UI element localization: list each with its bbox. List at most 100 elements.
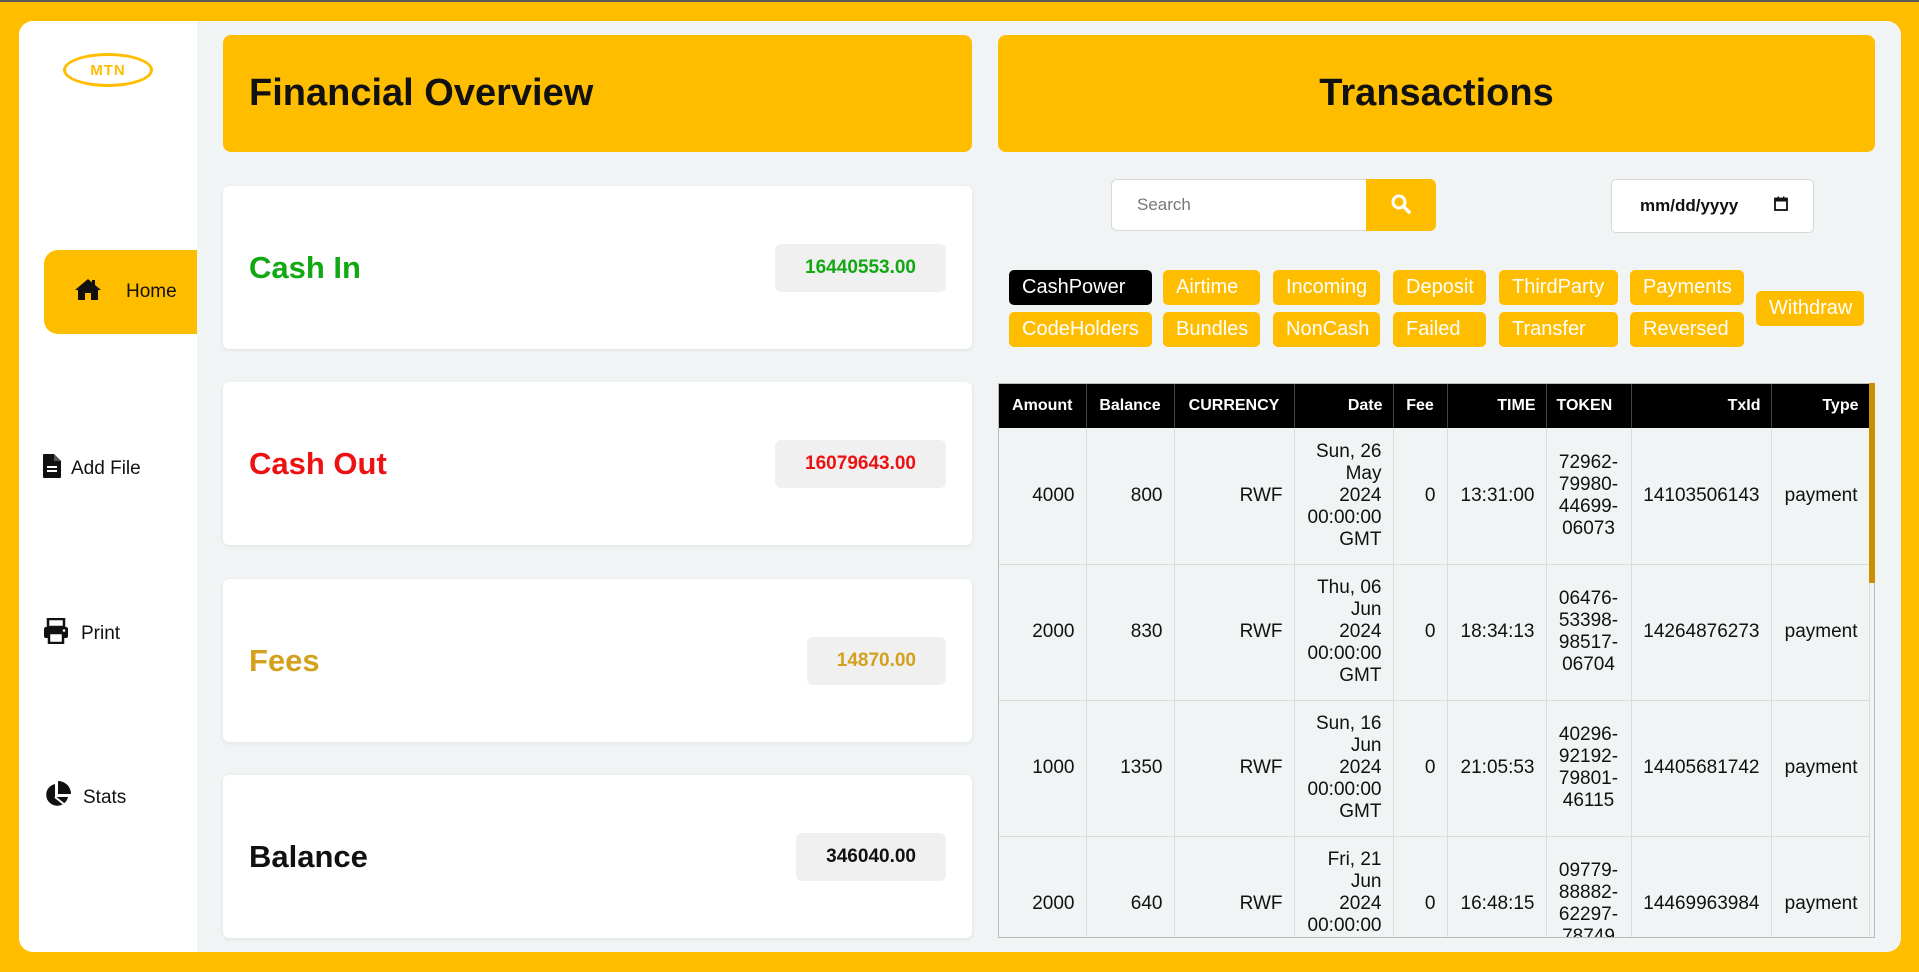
column-header-fee[interactable]: Fee (1393, 384, 1448, 428)
cell-fee: 0 (1393, 428, 1448, 565)
cell-date-line: 2024 (1339, 893, 1382, 914)
cell-date-line: Sun, 16 (1316, 713, 1382, 734)
cell-amount: 2000 (999, 836, 1087, 937)
filter-deposit[interactable]: Deposit (1393, 270, 1486, 305)
cell-date-line: GMT (1339, 528, 1382, 550)
sidebar: MTN Home Add File Print Stats (19, 21, 197, 952)
cell-fee: 0 (1393, 564, 1448, 701)
filter-noncash[interactable]: NonCash (1273, 312, 1380, 347)
sidebar-item-add-file[interactable]: Add File (43, 454, 141, 484)
cell-txid: 14103506143 (1631, 428, 1772, 565)
filter-reversed[interactable]: Reversed (1630, 312, 1744, 347)
cell-balance: 800 (1086, 428, 1175, 565)
cell-date-line: GMT (1339, 665, 1382, 686)
filter-thirdparty[interactable]: ThirdParty (1499, 270, 1618, 305)
cell-time: 16:48:15 (1447, 836, 1547, 937)
cell-date-line: 2024 (1339, 484, 1382, 506)
cell-fee: 0 (1393, 836, 1448, 937)
column-header-date[interactable]: Date (1294, 384, 1394, 428)
table-scrollbar-thumb[interactable] (1869, 383, 1875, 583)
cell-txid: 14264876273 (1631, 564, 1772, 701)
file-icon (43, 454, 71, 484)
cell-token-line: 53398- (1558, 610, 1619, 631)
card-label: Cash In (249, 249, 361, 285)
sidebar-item-label: Home (126, 281, 177, 302)
app-container: MTN Home Add File Print Stats Financial … (19, 21, 1901, 952)
cell-date-line: 00:00:00 (1307, 915, 1382, 936)
cell-date-line: 00:00:00 (1307, 506, 1382, 528)
cell-token-line: 92192- (1558, 746, 1619, 767)
card-label: Fees (249, 642, 320, 678)
cell-token-line: 72962- (1558, 451, 1619, 473)
cell-date-line: May (1345, 462, 1382, 484)
cell-amount: 4000 (999, 428, 1087, 565)
cell-date-line: Jun (1350, 599, 1382, 620)
column-header-token[interactable]: TOKEN (1546, 384, 1632, 428)
card-value: 14870.00 (806, 636, 946, 685)
cell-time: 21:05:53 (1447, 700, 1547, 837)
cell-date: Fri, 21Jun202400:00:00GMT (1294, 836, 1394, 937)
cell-date-line: Jun (1350, 735, 1382, 756)
cell-type: payment (1771, 836, 1870, 937)
filter-codeholders[interactable]: CodeHolders (1009, 312, 1152, 347)
cell-txid: 14469963984 (1631, 836, 1772, 937)
card-value: 16079643.00 (775, 439, 946, 488)
column-header-txid[interactable]: TxId (1631, 384, 1772, 428)
column-header-amount[interactable]: Amount (999, 384, 1087, 428)
cell-token-line: 40296- (1558, 724, 1619, 745)
filter-bundles[interactable]: Bundles (1163, 312, 1260, 347)
cell-date-line: Sun, 26 (1316, 440, 1382, 462)
sidebar-item-label: Add File (71, 458, 141, 479)
cell-time: 13:31:00 (1447, 428, 1547, 565)
filter-transfer[interactable]: Transfer (1499, 312, 1618, 347)
calendar-icon[interactable] (1774, 196, 1788, 216)
cell-currency: RWF (1174, 428, 1295, 565)
column-header-balance[interactable]: Balance (1086, 384, 1175, 428)
search-button[interactable] (1366, 179, 1436, 231)
date-value: mm/dd/yyyy (1640, 196, 1739, 215)
table-row[interactable]: 2000 830 RWF Thu, 06 Jun 2024 00:00:00 GMT 0 18:3… (999, 564, 1870, 701)
cell-date: Sun, 16 Jun 2024 00:00:00 GMT (1294, 700, 1394, 837)
pie-chart-icon (43, 781, 83, 815)
fees-card: Fees 14870.00 (223, 579, 972, 742)
sidebar-item-stats[interactable]: Stats (43, 781, 126, 815)
column-header-currency[interactable]: CURRENCY (1174, 384, 1295, 428)
sidebar-item-home[interactable]: Home (44, 250, 197, 334)
search-input[interactable] (1111, 179, 1366, 231)
cell-type: payment (1771, 564, 1870, 701)
cell-date-line: 00:00:00 (1307, 643, 1382, 664)
date-picker[interactable]: mm/dd/yyyy (1611, 179, 1814, 233)
cell-currency: RWF (1174, 564, 1295, 701)
cell-fee: 0 (1393, 700, 1448, 837)
filter-cashpower[interactable]: CashPower (1009, 270, 1152, 305)
transactions-table-container[interactable]: Amount Balance CURRENCY Date Fee TIME TO… (998, 383, 1875, 938)
cell-token-line: 06073 (1562, 517, 1615, 539)
sidebar-item-print[interactable]: Print (43, 617, 120, 650)
cash-in-card: Cash In 16440553.00 (223, 186, 972, 349)
filter-withdraw[interactable]: Withdraw (1756, 291, 1864, 326)
cell-currency: RWF (1174, 836, 1295, 937)
cell-token-line: 88882- (1558, 882, 1619, 903)
filter-failed[interactable]: Failed (1393, 312, 1486, 347)
filter-airtime[interactable]: Airtime (1163, 270, 1260, 305)
column-header-type[interactable]: Type (1771, 384, 1870, 428)
cell-txid: 14405681742 (1631, 700, 1772, 837)
cell-time: 18:34:13 (1447, 564, 1547, 701)
table-row[interactable]: 4000 800 RWF Sun, 26 May 2024 00:00:00 GMT 0 13:3… (999, 428, 1870, 565)
cell-token-line: 79980- (1558, 473, 1619, 495)
cell-currency: RWF (1174, 700, 1295, 837)
cell-type: payment (1771, 700, 1870, 837)
cell-date-line: Jun (1350, 871, 1382, 892)
filter-payments[interactable]: Payments (1630, 270, 1744, 305)
filter-incoming[interactable]: Incoming (1273, 270, 1380, 305)
window-top-border (0, 0, 1919, 2)
financial-overview-header: Financial Overview (223, 35, 972, 152)
column-header-time[interactable]: TIME (1447, 384, 1547, 428)
cell-token: 72962- 79980- 44699- 06073 (1546, 428, 1632, 565)
cell-token-line: 44699- (1558, 495, 1619, 517)
cell-balance: 640 (1086, 836, 1175, 937)
sidebar-item-label: Stats (83, 787, 127, 808)
table-header-row: Amount Balance CURRENCY Date Fee TIME TO… (999, 384, 1870, 428)
table-row[interactable]: 1000 1350 RWF Sun, 16 Jun 2024 00:00:00 GMT 0 21:… (999, 700, 1870, 837)
table-row[interactable]: 2000640RWFFri, 21Jun202400:00:00GMT016:4… (999, 836, 1870, 937)
